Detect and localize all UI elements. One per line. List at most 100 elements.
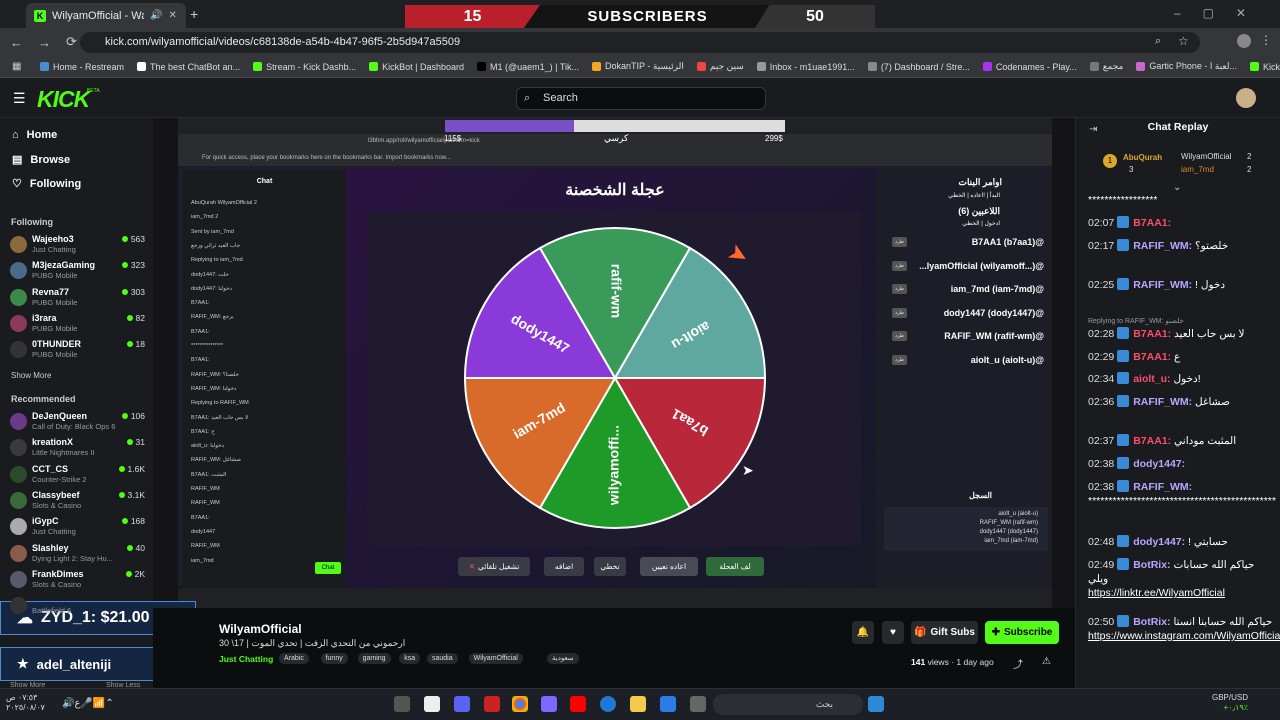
log-entry: RAFIF_WM (rafif-wm) (979, 520, 1038, 526)
sidebar-channel[interactable]: DeJenQueen Call of Duty: Black Ops 6 106 (10, 411, 145, 437)
bookmark-item[interactable]: (7) Dashboard / Stre... (867, 62, 970, 72)
speaker-icon[interactable]: 🔊 (150, 10, 162, 21)
message-user[interactable]: RAFIF_WM: (1130, 279, 1195, 291)
stream-category[interactable]: Just Chatting (219, 654, 273, 664)
sidebar-channel[interactable]: Wajeeho3 Just Chatting 563 (10, 234, 145, 260)
back-icon[interactable]: ← (10, 35, 28, 50)
message-user[interactable]: BotRix: (1130, 616, 1173, 628)
search-input[interactable]: Search (516, 87, 766, 110)
browser-tab-active[interactable]: K WilyamOfficial - Watch the 🔊 ✕ (26, 3, 186, 28)
start-icon[interactable] (868, 696, 884, 712)
app-icon-recorder[interactable] (484, 696, 500, 712)
stream-chat-line: RAFIF_WM (191, 500, 220, 507)
wheel-buttons: ✕ تشغيل تلقائي اضافه تخطي اعاده تعيين لف … (456, 557, 764, 577)
url-field[interactable]: kick.com/wilyamofficial/videos/c68138de-… (80, 32, 1200, 53)
bookmark-star-icon[interactable]: ☆ (1178, 34, 1189, 48)
message-user[interactable]: B7AA1: (1130, 351, 1174, 363)
taskbar-search[interactable]: بحث (713, 694, 863, 715)
sidebar-channel[interactable]: iGypC Just Chatting 168 (10, 516, 145, 542)
viewer-count: 82 (127, 313, 145, 323)
message-user[interactable]: B7AA1: (1130, 328, 1174, 340)
message-user[interactable]: B7AA1: (1130, 217, 1171, 229)
browser-menu-icon[interactable]: ⋮ (1260, 33, 1272, 47)
bookmark-item[interactable]: KickBot | #1 Kick Vie... (1250, 62, 1280, 72)
discord-icon[interactable] (454, 696, 470, 712)
show-more-link[interactable]: Show More (11, 371, 51, 380)
stream-tag[interactable]: gaming (357, 653, 391, 664)
sidebar-channel[interactable]: CCT_CS Counter-Strike 2 1.6K (10, 464, 145, 490)
forward-icon[interactable]: → (38, 35, 56, 50)
bookmark-item[interactable]: The best ChatBot an... (137, 62, 240, 72)
message-user[interactable]: aiolt_u: (1130, 373, 1173, 385)
chrome-icon[interactable] (512, 696, 528, 712)
sidebar-channel[interactable]: Battlefield 6 (10, 595, 145, 621)
kick-logo[interactable]: KICK (37, 86, 90, 113)
sidebar-channel[interactable]: Classybeef Slots & Casino 3.1K (10, 490, 145, 516)
message-user[interactable]: RAFIF_WM: (1130, 481, 1192, 493)
app-icon-screenshot[interactable] (424, 696, 440, 712)
bookmark-item[interactable]: Gartic Phone - لعبة ا... (1136, 61, 1237, 72)
bookmark-item[interactable]: Codenames - Play... (982, 62, 1077, 72)
fx-widget[interactable]: GBP/USD +٠٫١٩٪ (1212, 693, 1248, 713)
stream-tag[interactable]: سعودية (547, 653, 579, 664)
message-user[interactable]: RAFIF_WM: (1130, 240, 1195, 252)
sidebar-channel[interactable]: Slashley Dying Light 2: Stay Hu... 40 (10, 543, 145, 569)
gift-subs-button[interactable]: 🎁 Gift Subs (911, 621, 978, 644)
message-user[interactable]: dody1447: (1130, 458, 1185, 470)
bookmark-item[interactable]: KickBot | Dashboard (369, 62, 464, 72)
stream-tag[interactable]: WilyamOfficial (468, 653, 523, 664)
close-tab-icon[interactable]: ✕ (168, 10, 176, 21)
bookmark-item[interactable]: M1 (@uaem1_) | Tik... (477, 62, 579, 72)
user-avatar[interactable] (1236, 88, 1256, 108)
stream-tag[interactable]: Arabic (279, 653, 309, 664)
menu-icon[interactable]: ☰ (13, 90, 26, 107)
bookmark-item[interactable]: DokanTIP - الرئيسية (592, 61, 684, 72)
profile-avatar[interactable] (1237, 34, 1251, 48)
edge-icon[interactable] (600, 696, 616, 712)
sidebar-channel[interactable]: FrankDimes Slots & Casino 2K (10, 569, 145, 595)
sidebar-channel[interactable]: kreationX Little Nightmares II 31 (10, 437, 145, 463)
message-user[interactable]: B7AA1: (1130, 435, 1174, 447)
sidebar-channel[interactable]: 0THUNDER PUBG Mobile 18 (10, 339, 145, 365)
zoom-icon[interactable]: ⌕ (1155, 35, 1161, 48)
sidebar-channel[interactable]: M3jezaGaming PUBG Mobile 323 (10, 260, 145, 286)
bookmark-item[interactable]: Inbox - m1uae1991... (756, 62, 855, 72)
subscribe-button[interactable]: ✚ Subscribe (985, 621, 1059, 644)
message-user[interactable]: BotRix: (1130, 559, 1173, 571)
file-explorer-icon[interactable] (630, 696, 646, 712)
message-link[interactable]: https://linktr.ee/WilyamOfficial (1088, 586, 1273, 600)
sidebar-item-home[interactable]: ⌂ Home (12, 129, 57, 141)
bookmark-item[interactable]: سين جيم (696, 61, 744, 72)
store-icon[interactable] (660, 696, 676, 712)
stream-tag[interactable]: ksa (399, 653, 421, 664)
views-count: 141 views · 1 day ago (911, 657, 994, 667)
app-icon-window[interactable] (690, 696, 706, 712)
message-user[interactable]: dody1447: (1130, 536, 1188, 548)
follow-heart-icon[interactable]: ♥ (882, 621, 904, 644)
sidebar-item-browse[interactable]: ▤ Browse (12, 153, 70, 167)
message-link[interactable]: https://www.instagram.com/WilyamOfficial (1088, 629, 1280, 643)
bookmark-item[interactable]: Home - Restream (40, 62, 124, 72)
share-icon[interactable]: ⤴ (1013, 656, 1023, 671)
chat-message: 02:34 aiolt_u: دخول! (1088, 372, 1273, 386)
youtube-icon[interactable] (570, 696, 586, 712)
bookmark-item[interactable]: مجمع (1089, 61, 1123, 72)
sidebar-channel[interactable]: i3rara PUBG Mobile 82 (10, 313, 145, 339)
sidebar-channel[interactable]: Revna77 PUBG Mobile 303 (10, 287, 145, 313)
sidebar-item-following[interactable]: ♡ Following (12, 177, 81, 191)
stream-tag[interactable]: funny (320, 653, 348, 664)
apps-grid-icon[interactable]: ▦ (12, 61, 21, 72)
app-icon-obs[interactable] (394, 696, 410, 712)
message-user[interactable]: RAFIF_WM: (1130, 396, 1195, 408)
channel-name[interactable]: WilyamOfficial (219, 622, 302, 636)
tray-icons[interactable]: 🔊ع🎤📶⌃ (62, 698, 114, 709)
window-controls[interactable]: –▢✕ (1174, 6, 1268, 20)
bookmark-item[interactable]: Stream - Kick Dashb... (253, 62, 356, 72)
copilot-icon[interactable] (541, 696, 557, 712)
notify-bell-icon[interactable]: 🔔 (852, 621, 874, 644)
stream-tag[interactable]: saudia (427, 653, 458, 664)
chevron-down-icon[interactable]: ⌄ (1173, 182, 1181, 193)
report-icon[interactable]: ⚠ (1042, 656, 1051, 667)
spin-button: لف العجلة (706, 557, 764, 576)
new-tab-icon[interactable]: + (190, 6, 198, 22)
